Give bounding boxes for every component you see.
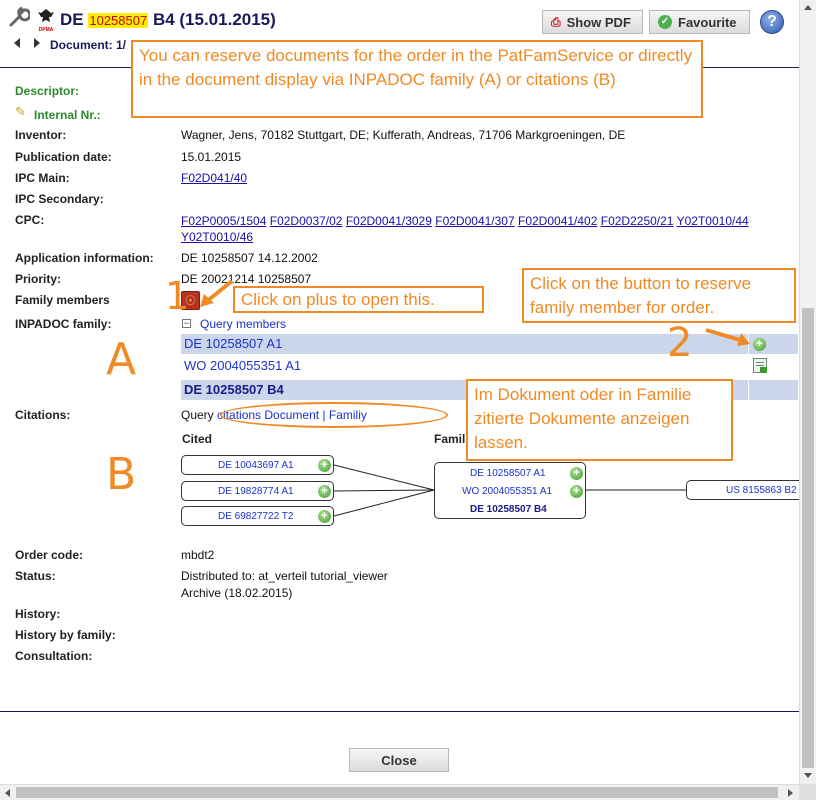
arrow-to-plus	[200, 279, 234, 307]
cited-node[interactable]: DE 69827722 T2 +	[181, 506, 334, 526]
cited-node[interactable]: DE 19828774 A1 +	[181, 481, 334, 501]
family-node-group: DE 10258507 A1 + WO 2004055351 A1 + DE 1…	[434, 462, 586, 519]
vertical-scrollbar-thumb[interactable]	[802, 308, 814, 768]
cited-node[interactable]: DE 10043697 A1 +	[181, 455, 334, 475]
order-code-label: Order code:	[15, 548, 84, 562]
citing-node[interactable]: US 8155863 B2	[686, 480, 816, 500]
family-node-current: DE 10258507 B4	[470, 504, 547, 515]
family-node-label[interactable]: WO 2004055351 A1	[462, 486, 552, 497]
marker-a: A	[106, 334, 137, 385]
marker-1: 1	[165, 274, 190, 318]
callout-plus: Click on plus to open this.	[233, 286, 484, 313]
scroll-right-arrow-icon[interactable]	[788, 789, 793, 797]
cited-node-label: DE 19828774 A1	[218, 486, 294, 497]
cited-node-label: DE 69827722 T2	[218, 511, 294, 522]
marker-b: B	[106, 449, 137, 500]
close-label: Close	[381, 752, 417, 768]
scroll-down-arrow-icon[interactable]	[804, 773, 812, 778]
close-button[interactable]: Close	[349, 748, 449, 772]
horizontal-scrollbar-thumb[interactable]	[16, 787, 778, 798]
history-label: History:	[15, 607, 61, 621]
scroll-left-arrow-icon[interactable]	[5, 789, 10, 797]
add-plus-icon[interactable]: +	[318, 459, 331, 472]
scrollbar-corner	[799, 784, 816, 800]
marker-2: 2	[667, 320, 693, 366]
cited-node-label: DE 10043697 A1	[218, 460, 294, 471]
status-label: Status:	[15, 569, 56, 583]
callout-reserve: Click on the button to reserve family me…	[522, 268, 796, 323]
add-plus-icon[interactable]: +	[570, 485, 583, 498]
arrow-to-reserve	[705, 328, 750, 346]
callout-top: You can reserve documents for the order …	[131, 40, 703, 118]
history-by-family-label: History by family:	[15, 628, 116, 642]
add-plus-icon[interactable]: +	[318, 485, 331, 498]
vertical-scrollbar[interactable]	[799, 0, 816, 784]
footer-divider	[0, 711, 800, 712]
consultation-label: Consultation:	[15, 649, 93, 663]
callout-german: Im Dokument oder in Familie zitierte Dok…	[466, 379, 733, 461]
scroll-up-arrow-icon[interactable]	[804, 5, 812, 10]
citing-node-label: US 8155863 B2	[726, 485, 797, 496]
horizontal-scrollbar[interactable]	[0, 784, 799, 800]
status-line-2: Archive (18.02.2015)	[181, 586, 293, 600]
order-code-value: mbdt2	[181, 548, 215, 562]
status-line-1: Distributed to: at_verteil tutorial_view…	[181, 569, 388, 583]
family-node-label[interactable]: DE 10258507 A1	[470, 468, 546, 479]
add-plus-icon[interactable]: +	[570, 467, 583, 480]
add-plus-icon[interactable]: +	[318, 510, 331, 523]
